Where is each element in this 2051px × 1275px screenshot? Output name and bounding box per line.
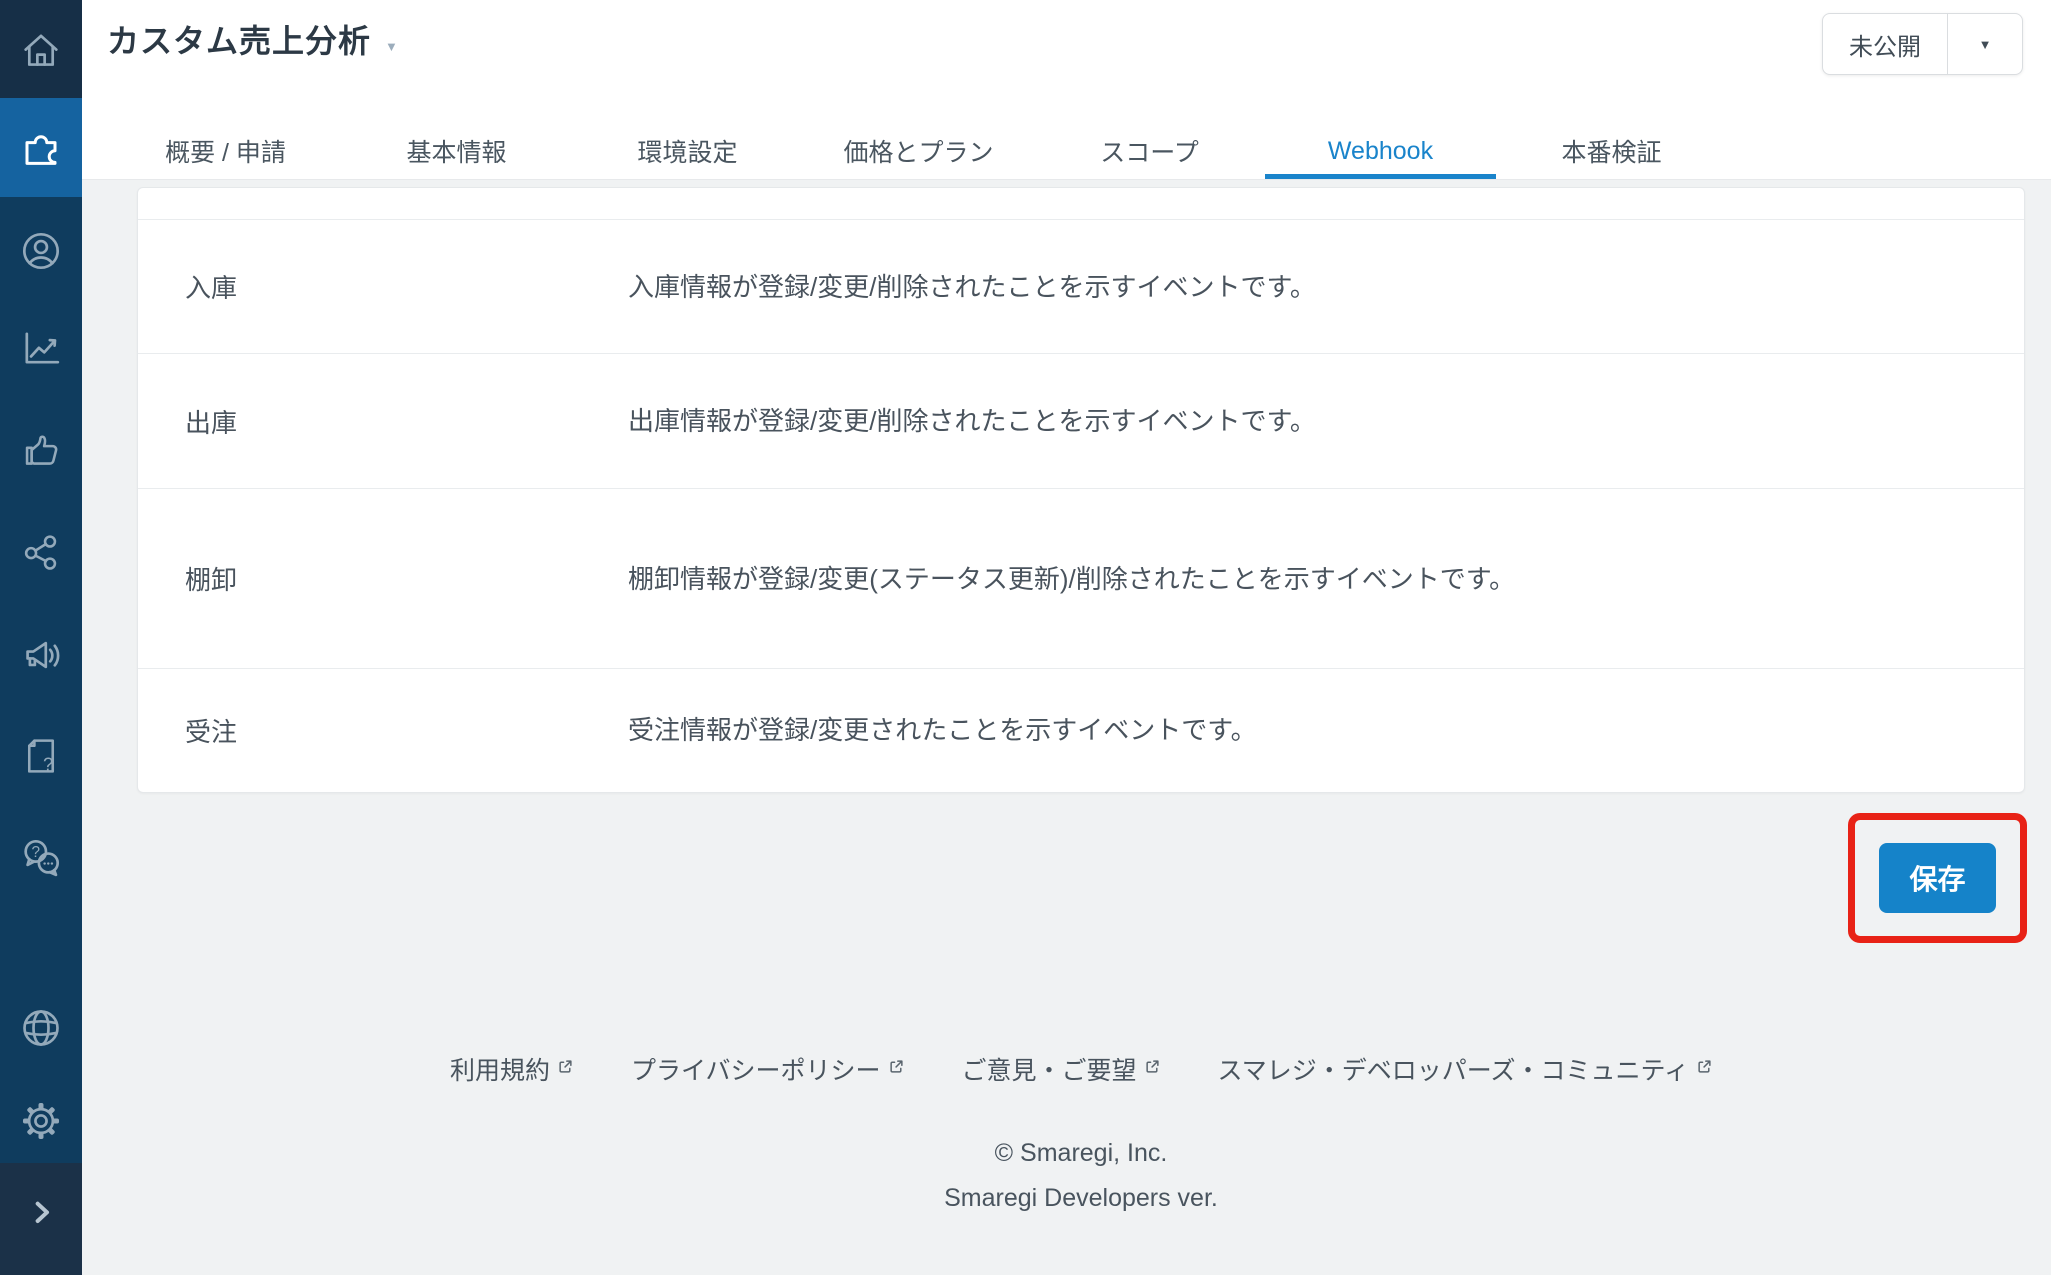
toggle-knob (1931, 290, 1959, 318)
tab-label: 本番検証 (1561, 133, 1661, 169)
tab-label: 環境設定 (637, 133, 737, 169)
footer-link-label: プライバシーポリシー (631, 1051, 881, 1087)
footer-link-label: ご意見・ご要望 (962, 1051, 1137, 1087)
event-description: 受注情報が登録/変更されたことを示すイベントです。 (628, 711, 1568, 749)
thumbs-up-icon (19, 428, 63, 472)
webhook-events-card: 入庫 入庫情報が登録/変更/削除されたことを示すイベントです。 出庫 出庫情報が… (137, 187, 2025, 793)
sidebar-item-docs[interactable]: ? (0, 734, 82, 778)
tab-scope[interactable]: スコープ (1034, 123, 1265, 179)
header: カスタム売上分析 ▼ 未公開 ▼ 概要 / 申請 基本情報 環境設定 価格とプラ… (82, 0, 2051, 180)
user-icon (18, 228, 64, 274)
tab-basic-info[interactable]: 基本情報 (341, 123, 572, 179)
tab-label: Webhook (1328, 137, 1433, 166)
main-content: 入庫 入庫情報が登録/変更/削除されたことを示すイベントです。 出庫 出庫情報が… (82, 180, 2051, 1275)
external-link-icon (1145, 1052, 1160, 1081)
footer: 利用規約 プライバシーポリシー ご意見・ご要望 スマレジ・デベロッパーズ・コミュ… (137, 1051, 2025, 1213)
event-label: 受注 (138, 712, 628, 749)
sidebar-item-apps[interactable] (0, 123, 82, 171)
document-question-icon: ? (19, 734, 63, 778)
annotation-highlight-red-box: 保存 (1848, 813, 2027, 943)
scrolled-row-sliver (138, 188, 2024, 219)
event-label: 出庫 (138, 403, 628, 440)
screen: ? ? (0, 0, 2051, 1275)
sidebar: ? ? (0, 0, 82, 1275)
save-button[interactable]: 保存 (1879, 843, 1996, 913)
event-description: 出庫情報が登録/変更/削除されたことを示すイベントです。 (628, 402, 1568, 440)
sidebar-expand-button[interactable] (0, 1195, 82, 1227)
publish-status-label[interactable]: 未公開 (1823, 14, 1947, 74)
tab-label: 概要 / 申請 (165, 133, 286, 169)
tab-overview-application[interactable]: 概要 / 申請 (110, 123, 341, 179)
footer-link-terms[interactable]: 利用規約 (450, 1051, 573, 1087)
sidebar-item-settings[interactable] (0, 1098, 82, 1144)
event-description: 棚卸情報が登録/変更(ステータス更新)/削除されたことを示すイベントです。 (628, 560, 1568, 598)
sidebar-item-support[interactable]: ? (0, 835, 82, 881)
page-title-wrap: カスタム売上分析 ▼ (107, 16, 398, 62)
sidebar-item-share[interactable] (0, 530, 82, 574)
tab-production-verification[interactable]: 本番検証 (1496, 123, 1727, 179)
external-link-icon (1697, 1052, 1712, 1081)
toggle-knob (1931, 424, 1959, 452)
footer-link-label: 利用規約 (450, 1051, 550, 1087)
event-label: 棚卸 (138, 560, 628, 597)
publish-status-dropdown[interactable]: ▼ (1948, 14, 2022, 74)
publish-status-button: 未公開 ▼ (1822, 13, 2023, 75)
event-description: 入庫情報が登録/変更/削除されたことを示すイベントです。 (628, 268, 1568, 306)
webhook-event-row-shukko: 出庫 出庫情報が登録/変更/削除されたことを示すイベントです。 (138, 353, 2024, 488)
webhook-event-row-tanaoroshi: 棚卸 棚卸情報が登録/変更(ステータス更新)/削除されたことを示すイベントです。 (138, 488, 2024, 668)
chat-icon: ? (18, 835, 64, 881)
external-link-icon (558, 1052, 573, 1081)
puzzle-icon (17, 123, 65, 171)
share-icon (19, 530, 63, 574)
megaphone-icon (18, 632, 64, 678)
tab-label: 価格とプラン (843, 133, 993, 169)
sidebar-item-account[interactable] (0, 228, 82, 274)
sidebar-item-announcements[interactable] (0, 632, 82, 678)
external-link-icon (889, 1052, 904, 1081)
webhook-event-row-juchu: 受注 受注情報が登録/変更されたことを示すイベントです。 (138, 668, 2024, 791)
tab-label: スコープ (1100, 133, 1199, 169)
tab-webhook[interactable]: Webhook (1265, 123, 1496, 179)
chevron-down-icon: ▼ (1979, 37, 1992, 52)
page-title: カスタム売上分析 (107, 16, 371, 62)
gear-icon (18, 1098, 64, 1144)
tab-bar: 概要 / 申請 基本情報 環境設定 価格とプラン スコープ Webhook 本番… (110, 123, 1727, 179)
copyright-text: © Smaregi, Inc. (137, 1139, 2025, 1168)
footer-link-label: スマレジ・デベロッパーズ・コミュニティ (1218, 1051, 1690, 1087)
toggle-knob (1931, 582, 1959, 610)
tab-label: 基本情報 (406, 133, 506, 169)
sidebar-item-reviews[interactable] (0, 428, 82, 472)
footer-link-privacy-policy[interactable]: プライバシーポリシー (631, 1051, 904, 1087)
toggle-knob (1931, 733, 1959, 761)
sidebar-item-language[interactable] (0, 1005, 82, 1051)
chart-icon (18, 325, 64, 371)
webhook-event-row-nyuko: 入庫 入庫情報が登録/変更/削除されたことを示すイベントです。 (138, 219, 2024, 353)
chevron-right-icon (25, 1195, 57, 1227)
globe-icon (18, 1005, 64, 1051)
footer-link-community[interactable]: スマレジ・デベロッパーズ・コミュニティ (1218, 1051, 1713, 1087)
version-text: Smaregi Developers ver. (137, 1184, 2025, 1213)
tab-environment-settings[interactable]: 環境設定 (572, 123, 803, 179)
svg-text:?: ? (43, 753, 53, 774)
sidebar-item-analytics[interactable] (0, 325, 82, 371)
tab-pricing-plans[interactable]: 価格とプラン (803, 123, 1034, 179)
home-icon (18, 27, 64, 73)
footer-links: 利用規約 プライバシーポリシー ご意見・ご要望 スマレジ・デベロッパーズ・コミュ… (137, 1051, 2025, 1087)
title-dropdown-caret-icon[interactable]: ▼ (385, 39, 398, 54)
sidebar-item-home[interactable] (0, 27, 82, 73)
event-label: 入庫 (138, 268, 628, 305)
footer-link-feedback[interactable]: ご意見・ご要望 (962, 1051, 1160, 1087)
